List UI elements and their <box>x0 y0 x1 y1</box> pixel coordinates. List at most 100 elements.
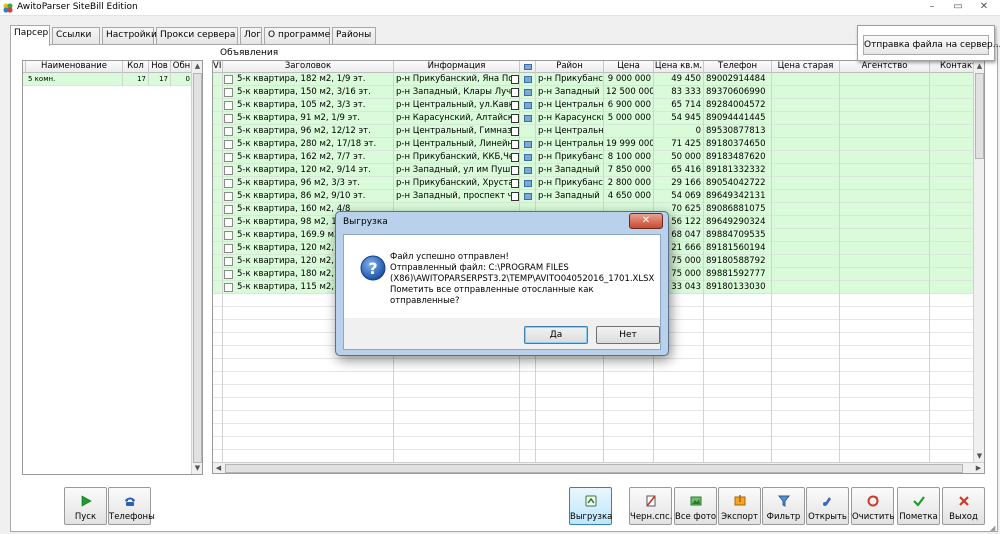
col-info[interactable]: Информация <box>394 61 520 73</box>
col-vip[interactable]: VIP <box>213 61 223 73</box>
info-doc-icon[interactable] <box>511 192 519 201</box>
close-window-button[interactable]: ✕ <box>971 0 997 15</box>
tab-about[interactable]: О программе <box>264 27 330 45</box>
scroll-left-icon[interactable]: ◀ <box>213 463 224 473</box>
scroll-thumb[interactable] <box>193 73 202 463</box>
table-row[interactable]: 5-к квартира, 91 м2, 1/9 эт. р-н Карасунс… <box>213 112 974 125</box>
hscroll-thumb[interactable] <box>225 464 963 473</box>
col-district[interactable]: Район <box>536 61 604 73</box>
blacklist-button[interactable]: Черн.спс. <box>629 487 672 525</box>
col-phone[interactable]: Телефон <box>704 61 772 73</box>
col-price-sqm[interactable]: Цена кв.м. <box>654 61 704 73</box>
phones-button[interactable]: Телефоны <box>108 487 155 525</box>
exit-button[interactable]: Выход <box>942 487 985 525</box>
row-checkbox[interactable] <box>224 257 233 266</box>
info-doc-icon[interactable] <box>511 153 519 162</box>
scroll-up-icon[interactable]: ▲ <box>192 61 202 72</box>
tab-parser[interactable]: Парсер <box>10 25 50 46</box>
phone-cell: 89180588792 <box>704 255 772 268</box>
info-doc-icon[interactable] <box>511 166 519 175</box>
district-cell: р-н Прикубанск <box>538 73 604 86</box>
empty-row <box>213 372 974 385</box>
table-row[interactable]: 5-к квартира, 162 м2, 7/7 эт. р-н Прикуба… <box>213 151 974 164</box>
row-checkbox[interactable] <box>224 114 233 123</box>
vip-cell <box>213 216 223 229</box>
row-checkbox[interactable] <box>224 244 233 253</box>
tab-links[interactable]: Ссылки <box>52 27 100 45</box>
scroll-right-icon[interactable]: ▶ <box>973 463 984 473</box>
tab-settings[interactable]: Настройки <box>102 27 157 45</box>
row-checkbox[interactable] <box>224 101 233 110</box>
phone-cell <box>704 424 772 437</box>
col-agency[interactable]: Агентство <box>840 61 930 73</box>
row-checkbox[interactable] <box>224 283 233 292</box>
filter-button[interactable]: Фильтр <box>762 487 805 525</box>
row-checkbox[interactable] <box>224 192 233 201</box>
dialog-close-button[interactable]: ✕ <box>629 213 663 229</box>
row-checkbox[interactable] <box>224 127 233 136</box>
phone-cell <box>704 398 772 411</box>
send-file-button[interactable]: Отправка файла на сервер... <box>863 35 1000 55</box>
info-doc-icon[interactable] <box>511 88 519 97</box>
table-row[interactable]: 5-к квартира, 96 м2, 12/12 эт. р-н Центра… <box>213 125 974 138</box>
export-button[interactable]: Экспорт <box>718 487 761 525</box>
col-contact[interactable]: Контакт <box>930 61 974 73</box>
tab-proxy[interactable]: Прокси сервера <box>156 27 238 45</box>
ads-hscroll[interactable]: ◀ ▶ <box>213 462 984 473</box>
row-checkbox[interactable] <box>224 88 233 97</box>
all-photos-button[interactable]: Все фото <box>674 487 717 525</box>
row-checkbox[interactable] <box>224 205 233 214</box>
row-checkbox[interactable] <box>224 75 233 84</box>
minimize-button[interactable]: – <box>919 0 945 15</box>
ads-vscroll[interactable]: ▲ ▼ <box>973 61 984 462</box>
category-vscroll[interactable]: ▲ ▼ <box>191 61 202 474</box>
info-doc-icon[interactable] <box>511 101 519 110</box>
info-doc-icon[interactable] <box>511 140 519 149</box>
row-checkbox[interactable] <box>224 179 233 188</box>
empty-row <box>213 437 974 450</box>
scroll-down-icon[interactable]: ▼ <box>192 463 202 474</box>
window-title: AwitoParser SiteBill Edition <box>17 2 138 12</box>
scroll-down-icon[interactable]: ▼ <box>974 451 984 462</box>
clear-button[interactable]: Очистить <box>851 487 894 525</box>
price-cell: 8 100 000 <box>604 151 654 164</box>
info-doc-icon[interactable] <box>511 114 519 123</box>
mark-button[interactable]: Пометка <box>897 487 940 525</box>
col-old-price[interactable]: Цена старая <box>772 61 840 73</box>
no-button[interactable]: Нет <box>596 326 660 344</box>
table-row[interactable]: 5-к квартира, 182 м2, 1/9 эт. р-н Прикуба… <box>213 73 974 86</box>
col-count[interactable]: Кол <box>123 61 149 73</box>
row-checkbox[interactable] <box>224 270 233 279</box>
col-title[interactable]: Заголовок <box>223 61 394 73</box>
table-row[interactable]: 5-к квартира, 150 м2, 3/16 эт. р-н Западн… <box>213 86 974 99</box>
col-updated[interactable]: Обн <box>171 61 193 73</box>
col-flag[interactable] <box>520 61 536 73</box>
start-button[interactable]: Пуск <box>64 487 107 525</box>
tab-districts[interactable]: Районы <box>332 27 376 45</box>
scroll-thumb[interactable] <box>975 73 984 159</box>
row-checkbox[interactable] <box>224 218 233 227</box>
table-row[interactable]: 5-к квартира, 120 м2, 9/14 эт. р-н Западн… <box>213 164 974 177</box>
table-row[interactable]: 5-к квартира, 96 м2, 3/3 эт. р-н Прикубан… <box>213 177 974 190</box>
open-button[interactable]: Открыть <box>806 487 849 525</box>
maximize-button[interactable]: ▭ <box>945 0 971 15</box>
row-checkbox[interactable] <box>224 231 233 240</box>
row-checkbox[interactable] <box>224 140 233 149</box>
table-row[interactable]: 5-к квартира, 105 м2, 3/3 эт. р-н Централ… <box>213 99 974 112</box>
table-row[interactable]: 5-к квартира, 280 м2, 17/18 эт. р-н Центр… <box>213 138 974 151</box>
info-doc-icon[interactable] <box>511 75 519 84</box>
col-name[interactable]: Наименование <box>26 61 123 73</box>
scroll-up-icon[interactable]: ▲ <box>974 61 984 72</box>
row-checkbox[interactable] <box>224 153 233 162</box>
info-doc-icon[interactable] <box>511 179 519 188</box>
category-row[interactable]: 5 комн. 17 17 0 <box>23 73 193 86</box>
table-row[interactable]: 5-к квартира, 86 м2, 9/10 эт. р-н Западны… <box>213 190 974 203</box>
col-price[interactable]: Цена <box>604 61 654 73</box>
info-doc-icon[interactable] <box>511 127 519 136</box>
row-checkbox[interactable] <box>224 166 233 175</box>
yes-button[interactable]: Да <box>524 326 588 344</box>
resize-grip-icon[interactable]: ◢ <box>990 524 999 533</box>
tab-log[interactable]: Лог <box>240 27 262 45</box>
upload-button[interactable]: Выгрузка <box>569 487 612 525</box>
col-new[interactable]: Нов <box>149 61 171 73</box>
